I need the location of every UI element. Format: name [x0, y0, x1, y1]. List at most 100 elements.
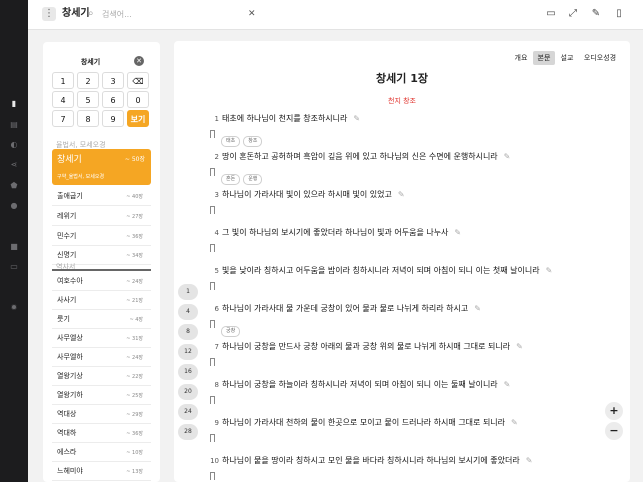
video-icon[interactable]: ■ — [9, 243, 19, 251]
tag[interactable]: 창조 — [243, 136, 263, 147]
bookmark-icon[interactable] — [210, 320, 215, 328]
book-item[interactable]: 열왕기상 ~ 22장 — [52, 366, 151, 386]
tab-audio-bible[interactable]: 오디오성경 — [580, 51, 620, 65]
verse-number: 10 — [210, 457, 219, 465]
bookmark-icon[interactable] — [210, 282, 215, 290]
edit-icon[interactable]: ✎ — [454, 228, 461, 237]
bookmark-icon[interactable] — [210, 244, 215, 252]
chapter-chip[interactable]: 24 — [178, 404, 198, 420]
book-item[interactable]: 사무엘하 ~ 24장 — [52, 347, 151, 367]
palette-icon[interactable]: ◐ — [9, 141, 19, 149]
edit-icon[interactable]: ✎ — [398, 190, 405, 199]
chapter-count: ~ 21장 — [126, 298, 143, 304]
book-item[interactable]: 사무엘상 ~ 31장 — [52, 328, 151, 348]
tv-icon[interactable]: ▭ — [9, 263, 19, 271]
share-icon[interactable]: ⋖ — [9, 161, 19, 169]
book-name: 느헤미야 — [57, 467, 83, 475]
globe-icon[interactable]: ● — [9, 202, 19, 210]
book-item[interactable]: 룻기 ~ 4장 — [52, 309, 151, 329]
edit-icon[interactable]: ✎ — [353, 114, 360, 123]
chapter-chip[interactable]: 1 — [178, 284, 198, 300]
video-camera-icon[interactable]: ▭ — [545, 8, 557, 20]
book-name: 역대상 — [57, 410, 77, 418]
view-button[interactable]: 보기 — [127, 110, 149, 127]
key-0[interactable]: 0 — [127, 91, 149, 108]
key-4[interactable]: 4 — [52, 91, 74, 108]
edit-icon[interactable]: ✎ — [474, 304, 481, 313]
bookmark-icon[interactable] — [210, 206, 215, 214]
book-item[interactable]: 느헤미야 ~ 13장 — [52, 461, 151, 481]
tag[interactable]: 태초 — [221, 136, 241, 147]
book-open-icon[interactable]: ▯ — [613, 8, 625, 20]
book-name: 사무엘하 — [57, 353, 83, 361]
bookmark-icon[interactable] — [210, 130, 215, 138]
edit-icon[interactable]: ✎ — [590, 8, 602, 20]
book-item[interactable]: 열왕기하 ~ 25장 — [52, 385, 151, 405]
tab-overview[interactable]: 개요 — [510, 51, 532, 65]
book-icon[interactable]: ▮ — [9, 100, 19, 108]
verse-number: 7 — [214, 343, 219, 351]
edit-icon[interactable]: ✎ — [504, 380, 511, 389]
book-item[interactable]: 역대하 ~ 36장 — [52, 423, 151, 443]
book-item[interactable]: 출애굽기 ~ 40장 — [52, 186, 151, 206]
book-item[interactable]: 민수기 ~ 36장 — [52, 226, 151, 246]
edit-icon[interactable]: ✎ — [504, 152, 511, 161]
key-8[interactable]: 8 — [77, 110, 99, 127]
edit-icon[interactable]: ✎ — [546, 266, 553, 275]
tab-text[interactable]: 본문 — [533, 51, 555, 65]
chapter-count: ~ 34장 — [126, 253, 143, 259]
section-title: 천지 창조 — [388, 97, 416, 105]
menu-dots-icon[interactable]: ⋮ — [42, 7, 56, 21]
shield-icon[interactable]: ⬟ — [9, 182, 19, 190]
chapter-count: ~ 31장 — [126, 336, 143, 342]
key-6[interactable]: 6 — [102, 91, 124, 108]
expand-icon[interactable]: ⤢ — [567, 8, 579, 20]
tag[interactable]: 혼돈 — [221, 174, 241, 185]
bookmark-icon[interactable] — [210, 396, 215, 404]
edit-icon[interactable]: ✎ — [511, 418, 518, 427]
edit-icon[interactable]: ✎ — [516, 342, 523, 351]
bookmark-icon[interactable] — [210, 434, 215, 442]
book-item[interactable]: 레위기 ~ 27장 — [52, 206, 151, 226]
bookmark-icon[interactable] — [210, 472, 215, 480]
key-9[interactable]: 9 — [102, 110, 124, 127]
book-item[interactable]: 에스라 ~ 10장 — [52, 442, 151, 462]
chapter-chip[interactable]: 28 — [178, 424, 198, 440]
book-item[interactable]: 역대상 ~ 29장 — [52, 404, 151, 424]
selected-book[interactable]: 창세기 ~ 50장 구약_율법서, 모세오경 — [52, 149, 151, 185]
edit-icon[interactable]: ✎ — [526, 456, 533, 465]
zoom-in-button[interactable]: + — [605, 402, 623, 420]
chapter-chip[interactable]: 12 — [178, 344, 198, 360]
side-rail: ▮ ▤ ◐ ⋖ ⬟ ● ■ ▭ ✹ — [0, 0, 28, 482]
chapter-chip[interactable]: 16 — [178, 364, 198, 380]
chapter-title: 창세기 1장 — [376, 72, 428, 85]
chapter-chip[interactable]: 8 — [178, 324, 198, 340]
backspace-key[interactable]: ⌫ — [127, 72, 149, 89]
verse-number: 4 — [214, 229, 219, 237]
book-name: 에스라 — [57, 448, 77, 456]
close-icon[interactable]: ✕ — [248, 7, 256, 21]
key-3[interactable]: 3 — [102, 72, 124, 89]
chapter-chip[interactable]: 4 — [178, 304, 198, 320]
key-1[interactable]: 1 — [52, 72, 74, 89]
book-item[interactable]: 사사기 ~ 21장 — [52, 290, 151, 310]
gear-icon[interactable]: ✹ — [9, 304, 19, 312]
book-name: 열왕기상 — [57, 372, 83, 380]
tag[interactable]: 궁창 — [221, 326, 241, 337]
tag[interactable]: 운행 — [243, 174, 263, 185]
tab-sermon[interactable]: 설교 — [556, 51, 578, 65]
tag-list: 궁창 — [221, 317, 243, 337]
zoom-out-button[interactable]: − — [605, 422, 623, 440]
bookmark-icon[interactable] — [210, 168, 215, 176]
bookmark-icon[interactable] — [210, 358, 215, 366]
verse-text: 태초에 하나님이 천지를 창조하시니라 — [222, 114, 348, 123]
close-icon[interactable]: ✕ — [134, 56, 144, 66]
book-item[interactable]: 여호수아 ~ 24장 — [52, 271, 151, 291]
search-input[interactable] — [102, 7, 242, 21]
key-5[interactable]: 5 — [77, 91, 99, 108]
keypad-title: 창세기 — [80, 58, 101, 66]
chapter-chip[interactable]: 20 — [178, 384, 198, 400]
library-icon[interactable]: ▤ — [9, 121, 19, 129]
key-2[interactable]: 2 — [77, 72, 99, 89]
key-7[interactable]: 7 — [52, 110, 74, 127]
